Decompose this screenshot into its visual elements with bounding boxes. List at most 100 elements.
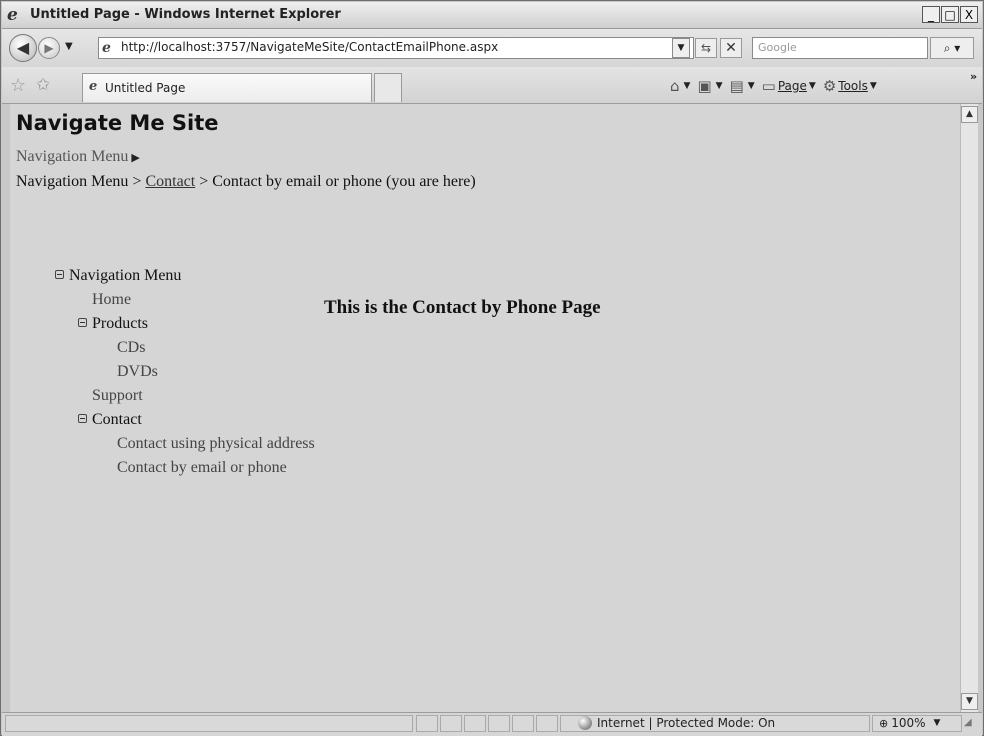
breadcrumb: Navigation Menu > Contact > Contact by e…	[16, 172, 486, 192]
navigation-menu-label[interactable]: Navigation Menu	[16, 148, 128, 165]
scroll-down-button[interactable]: ▼	[961, 693, 978, 710]
status-text-segment	[5, 715, 413, 732]
scroll-up-button[interactable]: ▲	[961, 106, 978, 123]
address-input[interactable]: http://localhost:3757/NavigateMeSite/Con…	[121, 40, 498, 54]
favorites-bar: ☆ ✩ e Untitled Page ⌂ ▼ ▣ ▼ ▤ ▼ ▭ Page ▼ ⚙ Too…	[2, 67, 982, 104]
vertical-scrollbar[interactable]: ▲ ▼	[960, 104, 978, 712]
print-button[interactable]: ▤ ▼	[730, 77, 755, 95]
chevron-down-icon: ▼	[715, 81, 723, 91]
zone-label: Internet | Protected Mode: On	[597, 716, 776, 730]
tree-node-label[interactable]: CDs	[117, 339, 145, 356]
search-button[interactable]: ⌕ ▾	[930, 37, 974, 59]
page-content: Navigate Me Site Navigation Menu ▶ Naviga…	[10, 104, 960, 712]
tree-node-cds[interactable]: CDs	[55, 336, 315, 360]
navigation-menu[interactable]: Navigation Menu ▶	[16, 148, 140, 166]
tree-node-contact[interactable]: Contact	[55, 408, 315, 432]
chevron-down-icon: ▼	[747, 81, 755, 91]
forward-button[interactable]: ▶	[38, 37, 60, 59]
globe-icon	[578, 716, 592, 730]
feeds-button[interactable]: ▣ ▼	[697, 77, 722, 95]
collapse-icon[interactable]	[78, 318, 87, 327]
menu-arrow-icon: ▶	[131, 152, 140, 164]
page-message: This is the Contact by Phone Page	[324, 297, 601, 318]
tree-node-contact-physical[interactable]: Contact using physical address	[55, 432, 315, 456]
search-input[interactable]: Google	[758, 41, 797, 54]
navigation-tree: Navigation Menu Home Products CDs DVDs S…	[55, 264, 315, 480]
stop-button[interactable]: ✕	[720, 38, 742, 58]
breadcrumb-separator: >	[128, 173, 146, 190]
chevron-down-icon: ▼	[808, 81, 816, 91]
tree-node-navigation-menu[interactable]: Navigation Menu	[55, 264, 315, 288]
resize-grip-icon[interactable]: ◢	[964, 717, 972, 728]
tree-node-label[interactable]: Home	[92, 291, 131, 308]
zoom-level: 100%	[891, 716, 926, 730]
tools-menu-label: Tools	[838, 79, 868, 93]
maximize-button[interactable]: □	[941, 6, 959, 23]
tree-node-label[interactable]: Contact	[92, 411, 142, 428]
browser-window: e Untitled Page - Windows Internet Explo…	[0, 0, 984, 736]
close-button[interactable]: X	[960, 6, 978, 23]
window-controls: _ □ X	[922, 6, 978, 23]
tree-node-label[interactable]: DVDs	[117, 363, 158, 380]
page-icon: ▭	[761, 77, 776, 95]
site-title: Navigate Me Site	[16, 111, 219, 135]
add-favorites-icon[interactable]: ✩	[36, 75, 50, 95]
address-toolbar: ◀ ▶ ▼ e http://localhost:3757/NavigateMe…	[2, 29, 982, 67]
chevron-down-icon: ▼	[683, 81, 691, 91]
print-icon: ▤	[729, 77, 744, 95]
refresh-button[interactable]: ⇆	[695, 38, 717, 58]
tree-node-label[interactable]: Contact using physical address	[117, 435, 315, 452]
tab-label: Untitled Page	[105, 81, 186, 95]
search-box[interactable]: Google	[752, 37, 928, 59]
ie-page-icon: e	[89, 79, 98, 94]
tree-node-label[interactable]: Support	[92, 387, 143, 404]
page-menu-label: Page	[777, 79, 807, 93]
favorites-star-icon[interactable]: ☆	[10, 75, 26, 96]
security-zone[interactable]: Internet | Protected Mode: On	[578, 716, 775, 730]
stop-icon: ✕	[725, 40, 737, 56]
status-segment	[464, 715, 486, 732]
home-icon: ⌂	[670, 77, 680, 95]
back-button[interactable]: ◀	[9, 34, 37, 62]
up-arrow-icon: ▲	[966, 109, 973, 119]
tab-untitled-page[interactable]: e Untitled Page	[82, 73, 372, 102]
command-bar: ⌂ ▼ ▣ ▼ ▤ ▼ ▭ Page ▼ ⚙ Tools ▼	[670, 77, 884, 95]
recent-pages-dropdown[interactable]: ▼	[65, 41, 73, 52]
tree-node-contact-email[interactable]: Contact by email or phone	[55, 456, 315, 480]
tree-node-label[interactable]: Products	[92, 315, 148, 332]
zoom-icon: ⊕	[879, 716, 889, 730]
breadcrumb-link-contact[interactable]: Contact	[145, 173, 195, 190]
page-icon: e	[102, 40, 111, 56]
window-title: Untitled Page - Windows Internet Explore…	[30, 7, 341, 22]
home-button[interactable]: ⌂ ▼	[670, 77, 690, 95]
minimize-button[interactable]: _	[922, 6, 940, 23]
tree-node-label[interactable]: Navigation Menu	[69, 267, 181, 284]
status-segment	[536, 715, 558, 732]
page-menu[interactable]: ▭ Page ▼	[762, 77, 816, 95]
tree-node-products[interactable]: Products	[55, 312, 315, 336]
tree-node-home[interactable]: Home	[55, 288, 315, 312]
tree-node-label[interactable]: Contact by email or phone	[117, 459, 287, 476]
breadcrumb-root: Navigation Menu	[16, 173, 129, 190]
collapse-icon[interactable]	[55, 270, 64, 279]
toolbar-overflow-icon[interactable]: »	[970, 70, 977, 83]
address-dropdown[interactable]: ▼	[672, 38, 690, 58]
address-bar[interactable]: e http://localhost:3757/NavigateMeSite/C…	[98, 37, 694, 59]
tools-menu[interactable]: ⚙ Tools ▼	[823, 77, 877, 95]
status-segment	[440, 715, 462, 732]
zoom-control[interactable]: ⊕ 100% ▼	[879, 716, 940, 730]
status-bar: Internet | Protected Mode: On ⊕ 100% ▼ ◢	[2, 712, 982, 736]
tree-node-dvds[interactable]: DVDs	[55, 360, 315, 384]
chevron-down-icon: ▼	[677, 43, 685, 53]
new-tab-button[interactable]	[374, 73, 402, 102]
feeds-icon: ▣	[697, 77, 712, 95]
tree-node-support[interactable]: Support	[55, 384, 315, 408]
chevron-down-icon: ▼	[933, 718, 941, 728]
status-segment	[416, 715, 438, 732]
forward-arrow-icon: ▶	[44, 41, 54, 55]
status-segment	[488, 715, 510, 732]
title-bar: e Untitled Page - Windows Internet Explo…	[2, 2, 982, 29]
breadcrumb-separator: >	[195, 173, 213, 190]
ie-logo-icon: e	[7, 5, 18, 25]
collapse-icon[interactable]	[78, 414, 87, 423]
